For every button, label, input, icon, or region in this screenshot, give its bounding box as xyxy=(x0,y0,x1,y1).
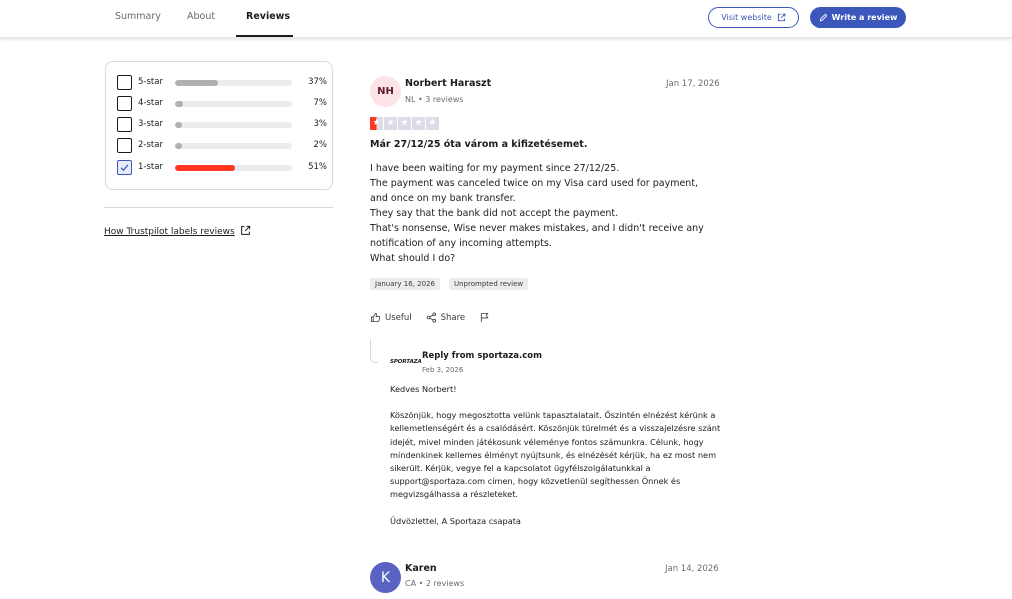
report-button[interactable] xyxy=(479,312,490,323)
reviewer-review-count: 3 reviews xyxy=(425,95,464,104)
review-body-line: That's nonsense, Wise never makes mistak… xyxy=(370,223,704,234)
reply-from: Reply from sportaza.com xyxy=(422,351,542,361)
star-icon: ★ xyxy=(398,117,411,130)
star-filter-panel: 5-star 37% 4-star 7% 3-star 3% 2-star 2%… xyxy=(105,61,333,190)
divider xyxy=(104,207,333,208)
filter-bar-fill xyxy=(175,80,219,86)
review-body-line: They say that the bank did not accept th… xyxy=(370,208,619,219)
filter-label: 5-star xyxy=(138,77,163,87)
checkmark-icon xyxy=(120,164,129,172)
star-icon: ★ xyxy=(384,117,397,130)
reviewer-name[interactable]: Karen xyxy=(405,563,437,574)
review-label-chip: Unprompted review xyxy=(449,278,529,290)
thumbs-up-icon xyxy=(370,312,381,323)
share-button[interactable]: Share xyxy=(426,312,466,323)
avatar[interactable]: NH xyxy=(370,76,401,107)
how-trustpilot-labels-link[interactable]: How Trustpilot labels reviews xyxy=(104,225,251,239)
star-icon: ★ xyxy=(412,117,425,130)
reply-date: Feb 3, 2026 xyxy=(422,366,464,374)
reply-body: Kedves Norbert! Köszönjük, hogy megoszto… xyxy=(390,383,726,541)
review-date: Jan 17, 2026 xyxy=(666,79,720,89)
reviewer-review-count: 2 reviews xyxy=(425,579,465,588)
filter-bar-fill xyxy=(175,143,183,149)
tab-reviews[interactable]: Reviews xyxy=(246,11,290,22)
reviewer-meta: CA • 2 reviews xyxy=(405,579,465,588)
review-body-line: The payment was canceled twice on my Vis… xyxy=(370,178,699,189)
filter-bar-fill xyxy=(175,101,184,107)
filter-checkbox[interactable] xyxy=(117,75,132,90)
tab-summary[interactable]: Summary xyxy=(115,11,161,22)
filter-label: 4-star xyxy=(138,98,163,108)
filter-bar-track xyxy=(175,101,292,107)
share-icon xyxy=(426,312,436,323)
filter-bar-track xyxy=(175,80,292,86)
filter-checkbox[interactable] xyxy=(117,160,132,175)
company-logo: SPORTAZA xyxy=(390,359,422,365)
filter-bar-track xyxy=(175,122,292,128)
review-date: Jan 14, 2026 xyxy=(665,564,719,574)
labels-link-text: How Trustpilot labels reviews xyxy=(104,227,235,237)
review-body-line: I have been waiting for my payment since… xyxy=(370,163,620,174)
avatar[interactable]: K xyxy=(370,562,401,593)
active-tab-indicator xyxy=(236,35,293,37)
filter-percent: 2% xyxy=(313,140,328,150)
experience-date-chip: January 16, 2026 xyxy=(370,278,440,290)
reviewer-country: CA xyxy=(405,579,417,588)
useful-label: Useful xyxy=(385,312,412,323)
filter-percent: 7% xyxy=(313,98,328,108)
filter-bar-track xyxy=(175,165,292,171)
top-nav: Summary About Reviews Visit website Writ… xyxy=(0,0,1012,38)
review-body: I have been waiting for my payment since… xyxy=(370,161,726,266)
star-rating: ★ ★ ★ ★ ★ xyxy=(370,117,439,130)
reply-paragraph: Köszönjük, hogy megosztotta velünk tapas… xyxy=(390,410,721,500)
filter-checkbox[interactable] xyxy=(117,117,132,132)
filter-row-4-star[interactable]: 4-star 7% xyxy=(117,96,327,112)
external-link-icon xyxy=(240,225,251,239)
filter-bar-track xyxy=(175,143,292,149)
write-review-button[interactable]: Write a review xyxy=(810,7,906,28)
useful-button[interactable]: Useful xyxy=(370,312,412,323)
filter-row-1-star[interactable]: 1-star 51% xyxy=(117,160,327,176)
filter-label: 2-star xyxy=(138,140,163,150)
reviewer-meta: NL • 3 reviews xyxy=(405,95,464,104)
filter-label: 1-star xyxy=(138,162,163,172)
filter-bar-fill xyxy=(175,122,183,128)
write-review-label: Write a review xyxy=(831,13,898,22)
tab-about[interactable]: About xyxy=(187,11,215,22)
filter-percent: 3% xyxy=(313,119,328,129)
review-body-line: and once on my bank transfer. xyxy=(370,193,516,204)
visit-website-button[interactable]: Visit website xyxy=(708,7,799,28)
external-link-icon xyxy=(777,13,786,22)
filter-row-2-star[interactable]: 2-star 2% xyxy=(117,138,327,154)
share-label: Share xyxy=(440,312,466,323)
review-actions: Useful Share xyxy=(370,312,504,323)
star-icon: ★ xyxy=(426,117,439,130)
review-title[interactable]: Már 27/12/25 óta várom a kifizetésemet. xyxy=(370,139,587,150)
reply-connector xyxy=(370,339,378,363)
filter-checkbox[interactable] xyxy=(117,138,132,153)
review-body-line: What should I do? xyxy=(370,253,456,264)
filter-row-5-star[interactable]: 5-star 37% xyxy=(117,75,327,91)
filter-bar-fill xyxy=(175,165,235,171)
flag-icon xyxy=(481,312,489,323)
filter-label: 3-star xyxy=(138,119,163,129)
star-icon: ★ xyxy=(370,117,383,130)
reviewer-name[interactable]: Norbert Haraszt xyxy=(405,78,491,89)
reply-signoff: Üdvözlettel, A Sportaza csapata xyxy=(390,515,521,526)
filter-row-3-star[interactable]: 3-star 3% xyxy=(117,117,327,133)
filter-percent: 51% xyxy=(308,162,327,172)
review-body-line: notification of any incoming attempts. xyxy=(370,238,552,249)
pencil-icon xyxy=(819,13,828,22)
filter-checkbox[interactable] xyxy=(117,96,132,111)
reply-greeting: Kedves Norbert! xyxy=(390,384,457,394)
visit-website-label: Visit website xyxy=(721,13,772,22)
filter-percent: 37% xyxy=(308,77,327,87)
reviewer-country: NL xyxy=(405,95,416,104)
